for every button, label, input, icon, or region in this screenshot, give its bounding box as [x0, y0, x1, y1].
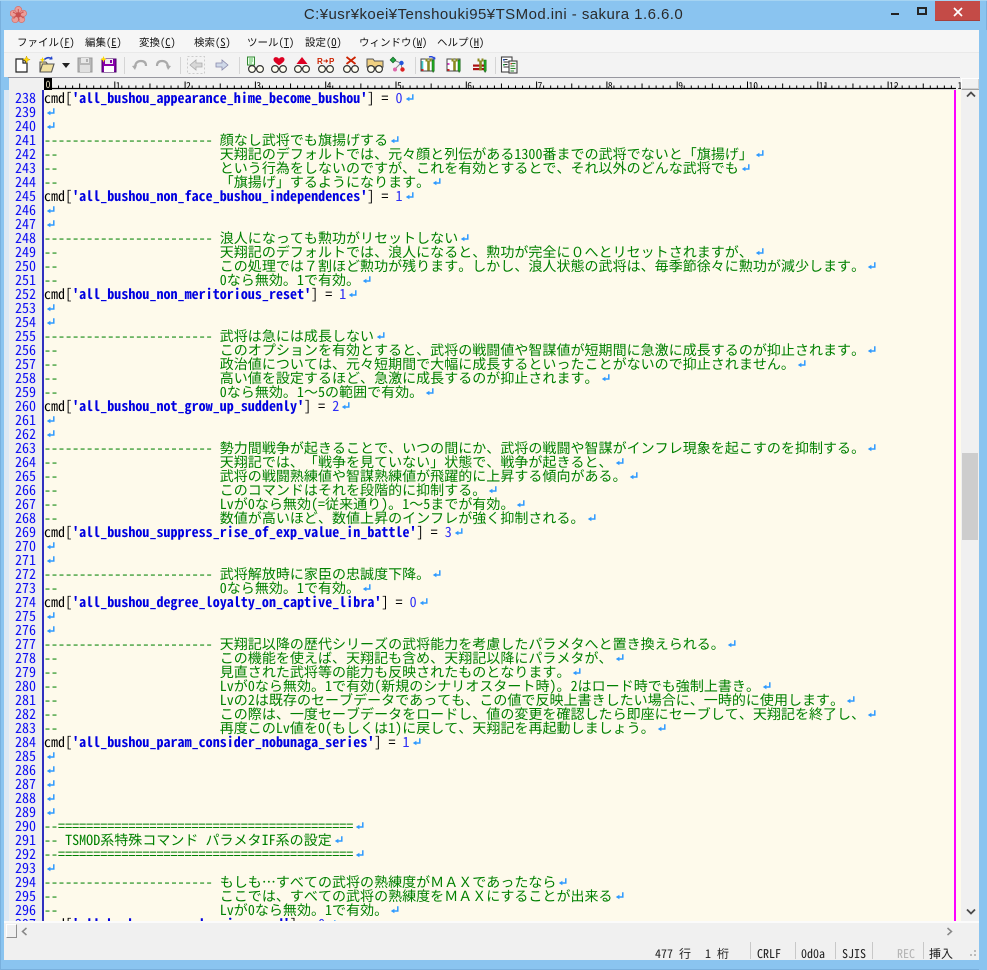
svg-text:R: R	[317, 57, 323, 66]
svg-text:P: P	[329, 57, 335, 66]
